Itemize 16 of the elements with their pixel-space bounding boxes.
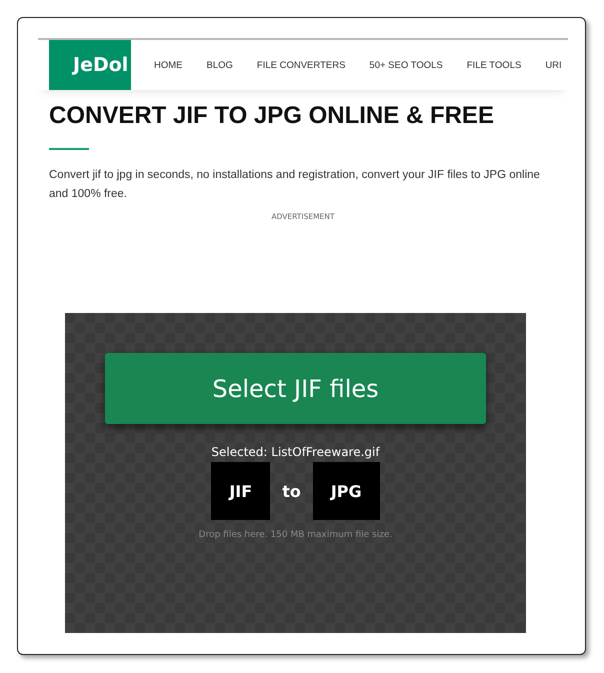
site-logo[interactable]: JeDol [49, 40, 131, 90]
nav-link[interactable]: FILE TOOLS [466, 60, 522, 70]
intro-text: Convert jif to jpg in seconds, no installations and registration, convert your JIF files to JPG online and 100% free. [49, 168, 541, 202]
format-label: JPG [312, 462, 380, 520]
selected-file: Selected: ListOfFreeware.gif [211, 445, 380, 459]
nav-link[interactable]: FILE CONVERTERS [256, 60, 346, 70]
format-label: JIF [211, 462, 270, 520]
nav-link[interactable]: 50+ SEO TOOLS [369, 60, 443, 70]
nav-link[interactable]: URI [545, 60, 562, 70]
drop-zone[interactable]: Select JIF files Selected: ListOfFreeware.gif JIF to JPG Drop files here. 150 MB maximum file size. [65, 313, 526, 633]
nav-link[interactable]: BLOG [206, 60, 233, 70]
nav-link[interactable]: HOME [154, 60, 182, 70]
select-files-button[interactable]: Select JIF files [105, 353, 486, 424]
drop-hint: Drop files here. 150 MB maximum file size. [198, 530, 392, 540]
page-title: CONVERT JIF TO JPG ONLINE & FREE [49, 102, 495, 130]
to-label: to [282, 482, 301, 500]
